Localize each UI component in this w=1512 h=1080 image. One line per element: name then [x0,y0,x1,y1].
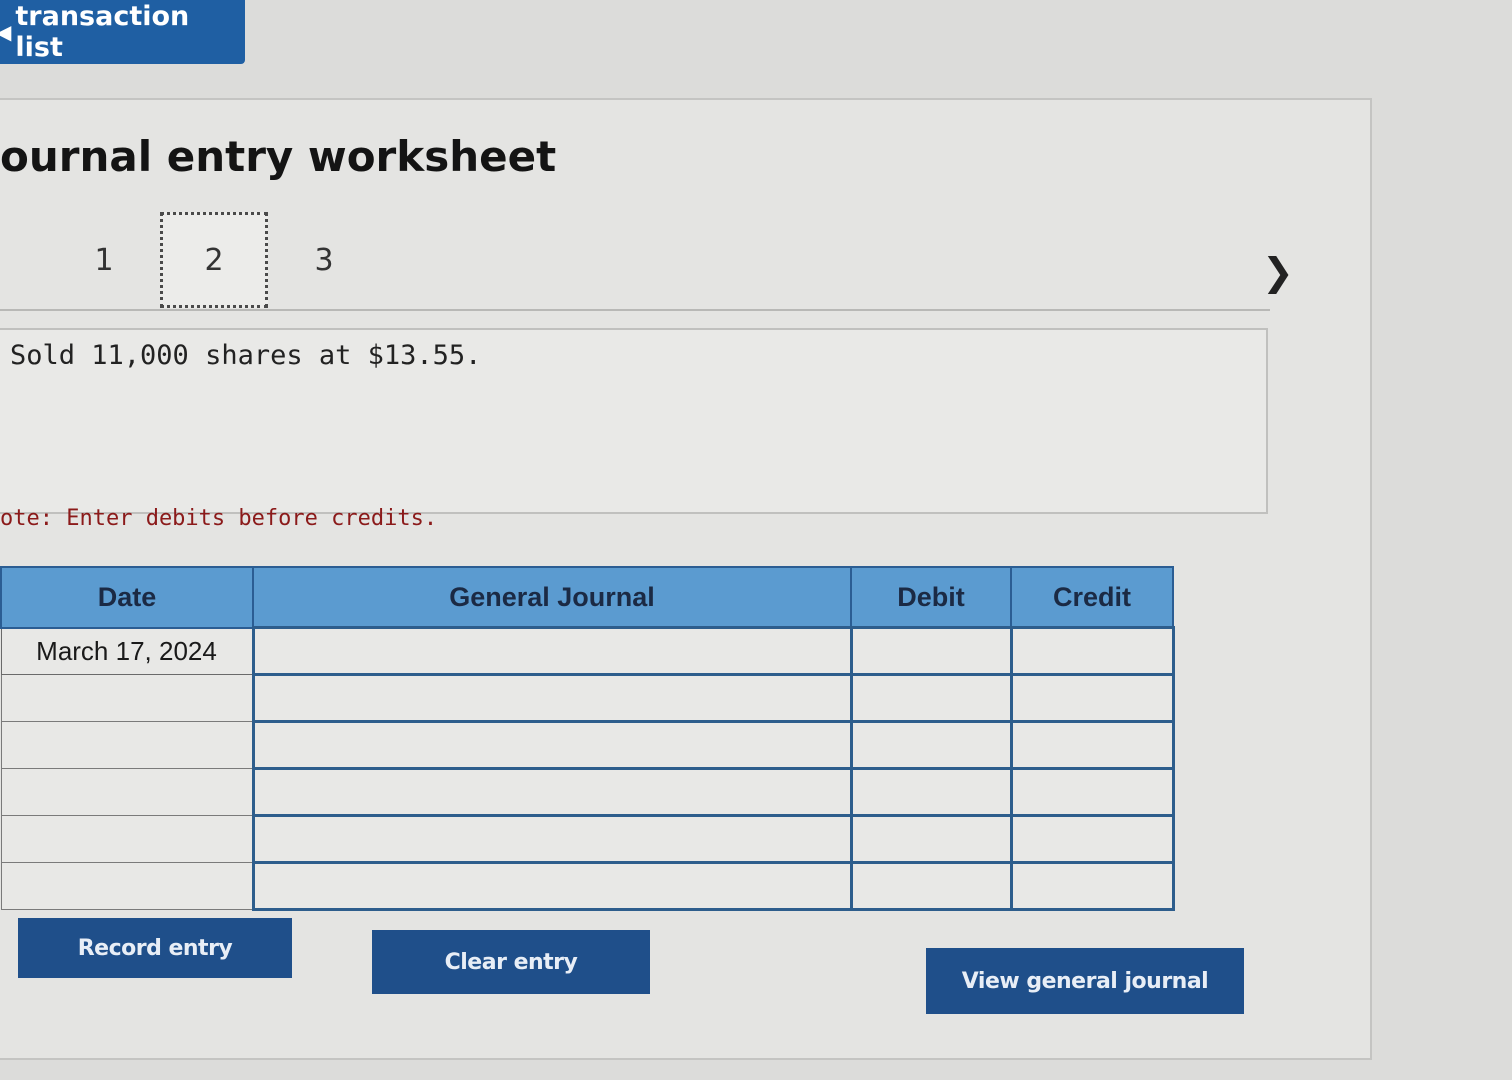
credit-input[interactable] [1012,864,1172,908]
tab-1[interactable]: 1 [50,212,158,308]
credit-input[interactable] [1012,770,1172,814]
account-input[interactable] [254,629,850,673]
account-input[interactable] [254,864,850,908]
view-general-journal-button[interactable]: View general journal [926,948,1244,1014]
credit-input[interactable] [1012,723,1172,767]
clear-entry-button[interactable]: Clear entry [372,930,650,994]
credit-cell[interactable] [1009,767,1175,817]
transaction-list-label: transaction list [15,1,190,63]
debit-input[interactable] [852,864,1010,908]
debit-input[interactable] [852,723,1010,767]
credit-input[interactable] [1012,676,1172,720]
transaction-list-button[interactable]: ◀ transaction list [0,0,245,64]
account-cell[interactable] [251,673,853,723]
date-header: Date [0,566,254,629]
debit-header: Debit [850,566,1012,629]
record-entry-button[interactable]: Record entry [18,918,292,978]
date-cell [0,815,254,863]
tab-3[interactable]: 3 [270,212,378,308]
account-input[interactable] [254,676,850,720]
table-row [0,720,1175,770]
account-cell[interactable] [251,626,853,676]
date-cell: March 17, 2024 [0,627,254,675]
debit-cell[interactable] [849,767,1013,817]
chevron-right-icon[interactable]: ❯ [1262,250,1294,294]
debit-input[interactable] [852,770,1010,814]
journal-table: Date General Journal Debit Credit March … [0,566,1175,911]
table-row [0,767,1175,817]
entry-note: ote: Enter debits before credits. [0,506,438,531]
tab-2[interactable]: 2 [160,212,268,308]
debit-cell[interactable] [849,626,1013,676]
debit-cell[interactable] [849,720,1013,770]
debit-cell[interactable] [849,814,1013,864]
account-cell[interactable] [251,720,853,770]
debit-input[interactable] [852,676,1010,720]
date-cell [0,674,254,722]
account-cell[interactable] [251,767,853,817]
table-row [0,673,1175,723]
credit-header: Credit [1010,566,1174,629]
table-row: March 17, 2024 [0,626,1175,676]
credit-cell[interactable] [1009,720,1175,770]
account-cell[interactable] [251,861,853,911]
tab-divider [0,309,1270,311]
table-row [0,814,1175,864]
account-input[interactable] [254,770,850,814]
account-input[interactable] [254,817,850,861]
transaction-description: Sold 11,000 shares at $13.55. [10,340,482,371]
table-row [0,861,1175,911]
credit-cell[interactable] [1009,814,1175,864]
credit-cell[interactable] [1009,626,1175,676]
debit-input[interactable] [852,629,1010,673]
credit-cell[interactable] [1009,861,1175,911]
account-cell[interactable] [251,814,853,864]
debit-input[interactable] [852,817,1010,861]
account-input[interactable] [254,723,850,767]
date-cell [0,768,254,816]
debit-cell[interactable] [849,673,1013,723]
credit-input[interactable] [1012,817,1172,861]
date-cell [0,721,254,769]
entry-tabs: 1 2 3 [0,212,1340,312]
page-title: ournal entry worksheet [0,132,557,181]
date-cell [0,862,254,910]
arrow-left-icon: ◀ [0,20,12,44]
general-journal-header: General Journal [252,566,852,629]
credit-cell[interactable] [1009,673,1175,723]
credit-input[interactable] [1012,629,1172,673]
journal-header-row: Date General Journal Debit Credit [0,566,1174,629]
debit-cell[interactable] [849,861,1013,911]
